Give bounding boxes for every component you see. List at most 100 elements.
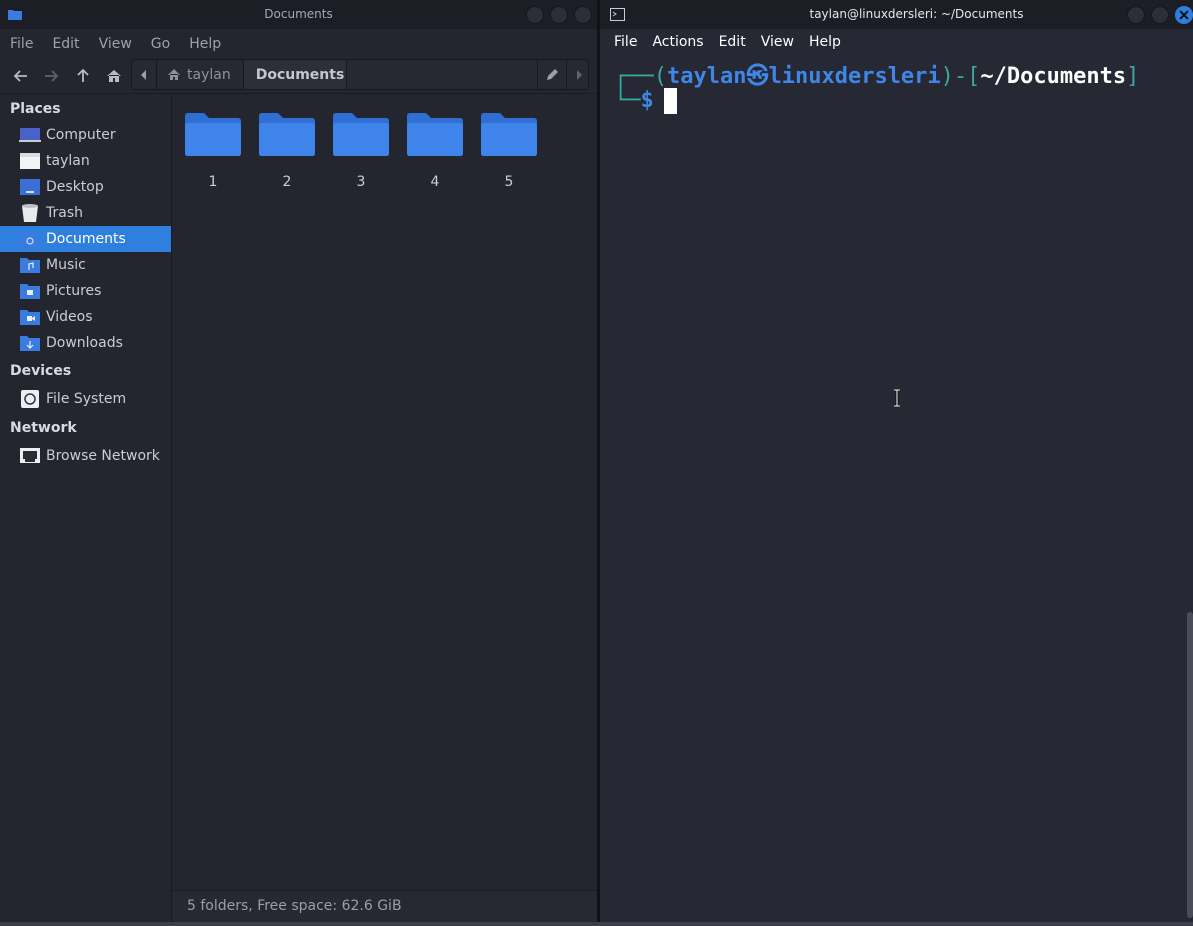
sidebar-item-computer[interactable]: Computer — [0, 122, 171, 148]
prompt-path: ~/Documents — [980, 64, 1127, 89]
back-arrow-icon[interactable] — [12, 67, 30, 85]
fm-window-title: Documents — [264, 7, 333, 21]
sidebar-item-downloads[interactable]: Downloads — [0, 330, 171, 356]
home-folder-icon — [20, 153, 40, 169]
folder-label: 2 — [282, 174, 292, 190]
drive-icon — [21, 390, 39, 408]
forward-arrow-icon[interactable] — [42, 67, 60, 85]
folder-label: 5 — [504, 174, 514, 190]
breadcrumb-home[interactable]: taylan — [157, 60, 244, 89]
input-line[interactable]: └─$ — [614, 88, 677, 114]
breadcrumb-home-label: taylan — [187, 66, 231, 83]
folder-icon — [333, 113, 389, 156]
ibeam-cursor-icon — [894, 389, 900, 407]
menu-edit[interactable]: Edit — [52, 36, 79, 52]
menu-go[interactable]: Go — [151, 36, 170, 52]
sidebar-item-label: Desktop — [46, 179, 104, 195]
edit-location-button[interactable] — [537, 60, 566, 89]
status-bar: 5 folders, Free space: 62.6 GiB — [173, 890, 597, 922]
sidebar-item-desktop[interactable]: Desktop — [0, 174, 171, 200]
downloads-folder-icon — [20, 336, 40, 351]
icon-view[interactable]: 1 2 3 4 5 — [173, 96, 597, 890]
menu-view[interactable]: View — [761, 34, 794, 50]
prompt-symbol: $ — [640, 88, 654, 113]
sidebar-item-label: Computer — [46, 127, 116, 143]
breadcrumb-current[interactable]: Documents — [243, 60, 347, 89]
terminal-output[interactable]: ┌──(taylan㉿linuxdersleri)-[~/Documents] … — [600, 55, 1193, 922]
close-button[interactable] — [1175, 6, 1193, 24]
sidebar: Places Computer taylan Desktop Trash Doc… — [0, 96, 172, 922]
terminal-menubar: File Actions Edit View Help — [600, 29, 1193, 55]
fm-titlebar[interactable]: Documents — [0, 0, 597, 29]
sidebar-item-music[interactable]: Music — [0, 252, 171, 278]
folder-icon — [185, 113, 241, 156]
taskbar-edge — [0, 922, 1193, 926]
sidebar-item-file-system[interactable]: File System — [0, 386, 171, 412]
home-icon — [168, 69, 180, 80]
folder-label: 1 — [208, 174, 218, 190]
chevron-right-icon — [577, 70, 582, 80]
folder-item[interactable]: 3 — [331, 112, 391, 190]
sidebar-item-pictures[interactable]: Pictures — [0, 278, 171, 304]
pictures-folder-icon — [20, 284, 40, 299]
menu-help[interactable]: Help — [189, 36, 221, 52]
menu-help[interactable]: Help — [809, 34, 841, 50]
sidebar-item-browse-network[interactable]: Browse Network — [0, 443, 171, 469]
sidebar-item-label: Pictures — [46, 283, 102, 299]
terminal-scrollbar[interactable] — [1187, 612, 1193, 918]
folder-label: 4 — [430, 174, 440, 190]
network-header: Network — [10, 420, 77, 436]
fm-toolbar: taylan Documents — [0, 58, 597, 94]
menu-file[interactable]: File — [10, 36, 33, 52]
sidebar-item-videos[interactable]: Videos — [0, 304, 171, 330]
home-icon[interactable] — [105, 67, 123, 85]
minimize-button[interactable] — [526, 6, 544, 24]
computer-icon — [19, 128, 41, 142]
prompt-host: linuxdersleri — [768, 64, 941, 89]
menu-file[interactable]: File — [614, 34, 637, 50]
documents-folder-icon — [20, 232, 40, 247]
up-arrow-icon[interactable] — [74, 67, 92, 85]
breadcrumb-scroll-right[interactable] — [566, 60, 588, 89]
music-folder-icon — [20, 258, 40, 273]
folder-item[interactable]: 5 — [479, 112, 539, 190]
sidebar-item-label: taylan — [46, 153, 90, 169]
folder-item[interactable]: 4 — [405, 112, 465, 190]
prompt-user: taylan — [666, 64, 747, 89]
sidebar-item-label: Trash — [46, 205, 83, 221]
menu-actions[interactable]: Actions — [652, 34, 703, 50]
sidebar-item-taylan[interactable]: taylan — [0, 148, 171, 174]
devices-header: Devices — [10, 363, 72, 379]
maximize-button[interactable] — [1151, 6, 1169, 24]
chevron-left-icon — [141, 70, 146, 80]
terminal-titlebar[interactable]: taylan@linuxdersleri: ~/Documents — [600, 0, 1193, 29]
network-icon — [20, 448, 40, 463]
breadcrumb-scroll-left[interactable] — [132, 60, 157, 89]
pencil-icon — [547, 69, 558, 80]
sidebar-item-label: Music — [46, 257, 86, 273]
folder-icon — [407, 113, 463, 156]
folder-icon — [481, 113, 537, 156]
folder-item[interactable]: 2 — [257, 112, 317, 190]
sidebar-item-documents[interactable]: Documents — [0, 226, 171, 252]
folder-icon — [259, 113, 315, 156]
maximize-button[interactable] — [550, 6, 568, 24]
minimize-button[interactable] — [1127, 6, 1145, 24]
fm-menubar: File Edit View Go Help — [0, 29, 597, 58]
videos-folder-icon — [20, 310, 40, 325]
sidebar-item-label: Downloads — [46, 335, 123, 351]
folder-label: 3 — [356, 174, 366, 190]
desktop-icon — [20, 179, 40, 195]
terminal-window-title: taylan@linuxdersleri: ~/Documents — [809, 7, 1024, 21]
sidebar-item-label: File System — [46, 391, 127, 407]
text-cursor — [663, 88, 677, 114]
kali-icon: ㉿ — [746, 64, 769, 89]
prompt-line: ┌──(taylan㉿linuxdersleri)-[~/Documents] — [614, 64, 1140, 89]
close-button[interactable] — [574, 6, 592, 24]
folder-item[interactable]: 1 — [183, 112, 243, 190]
menu-view[interactable]: View — [99, 36, 132, 52]
sidebar-item-trash[interactable]: Trash — [0, 200, 171, 226]
trash-icon — [22, 204, 38, 222]
breadcrumb: taylan Documents — [131, 59, 589, 90]
menu-edit[interactable]: Edit — [719, 34, 746, 50]
